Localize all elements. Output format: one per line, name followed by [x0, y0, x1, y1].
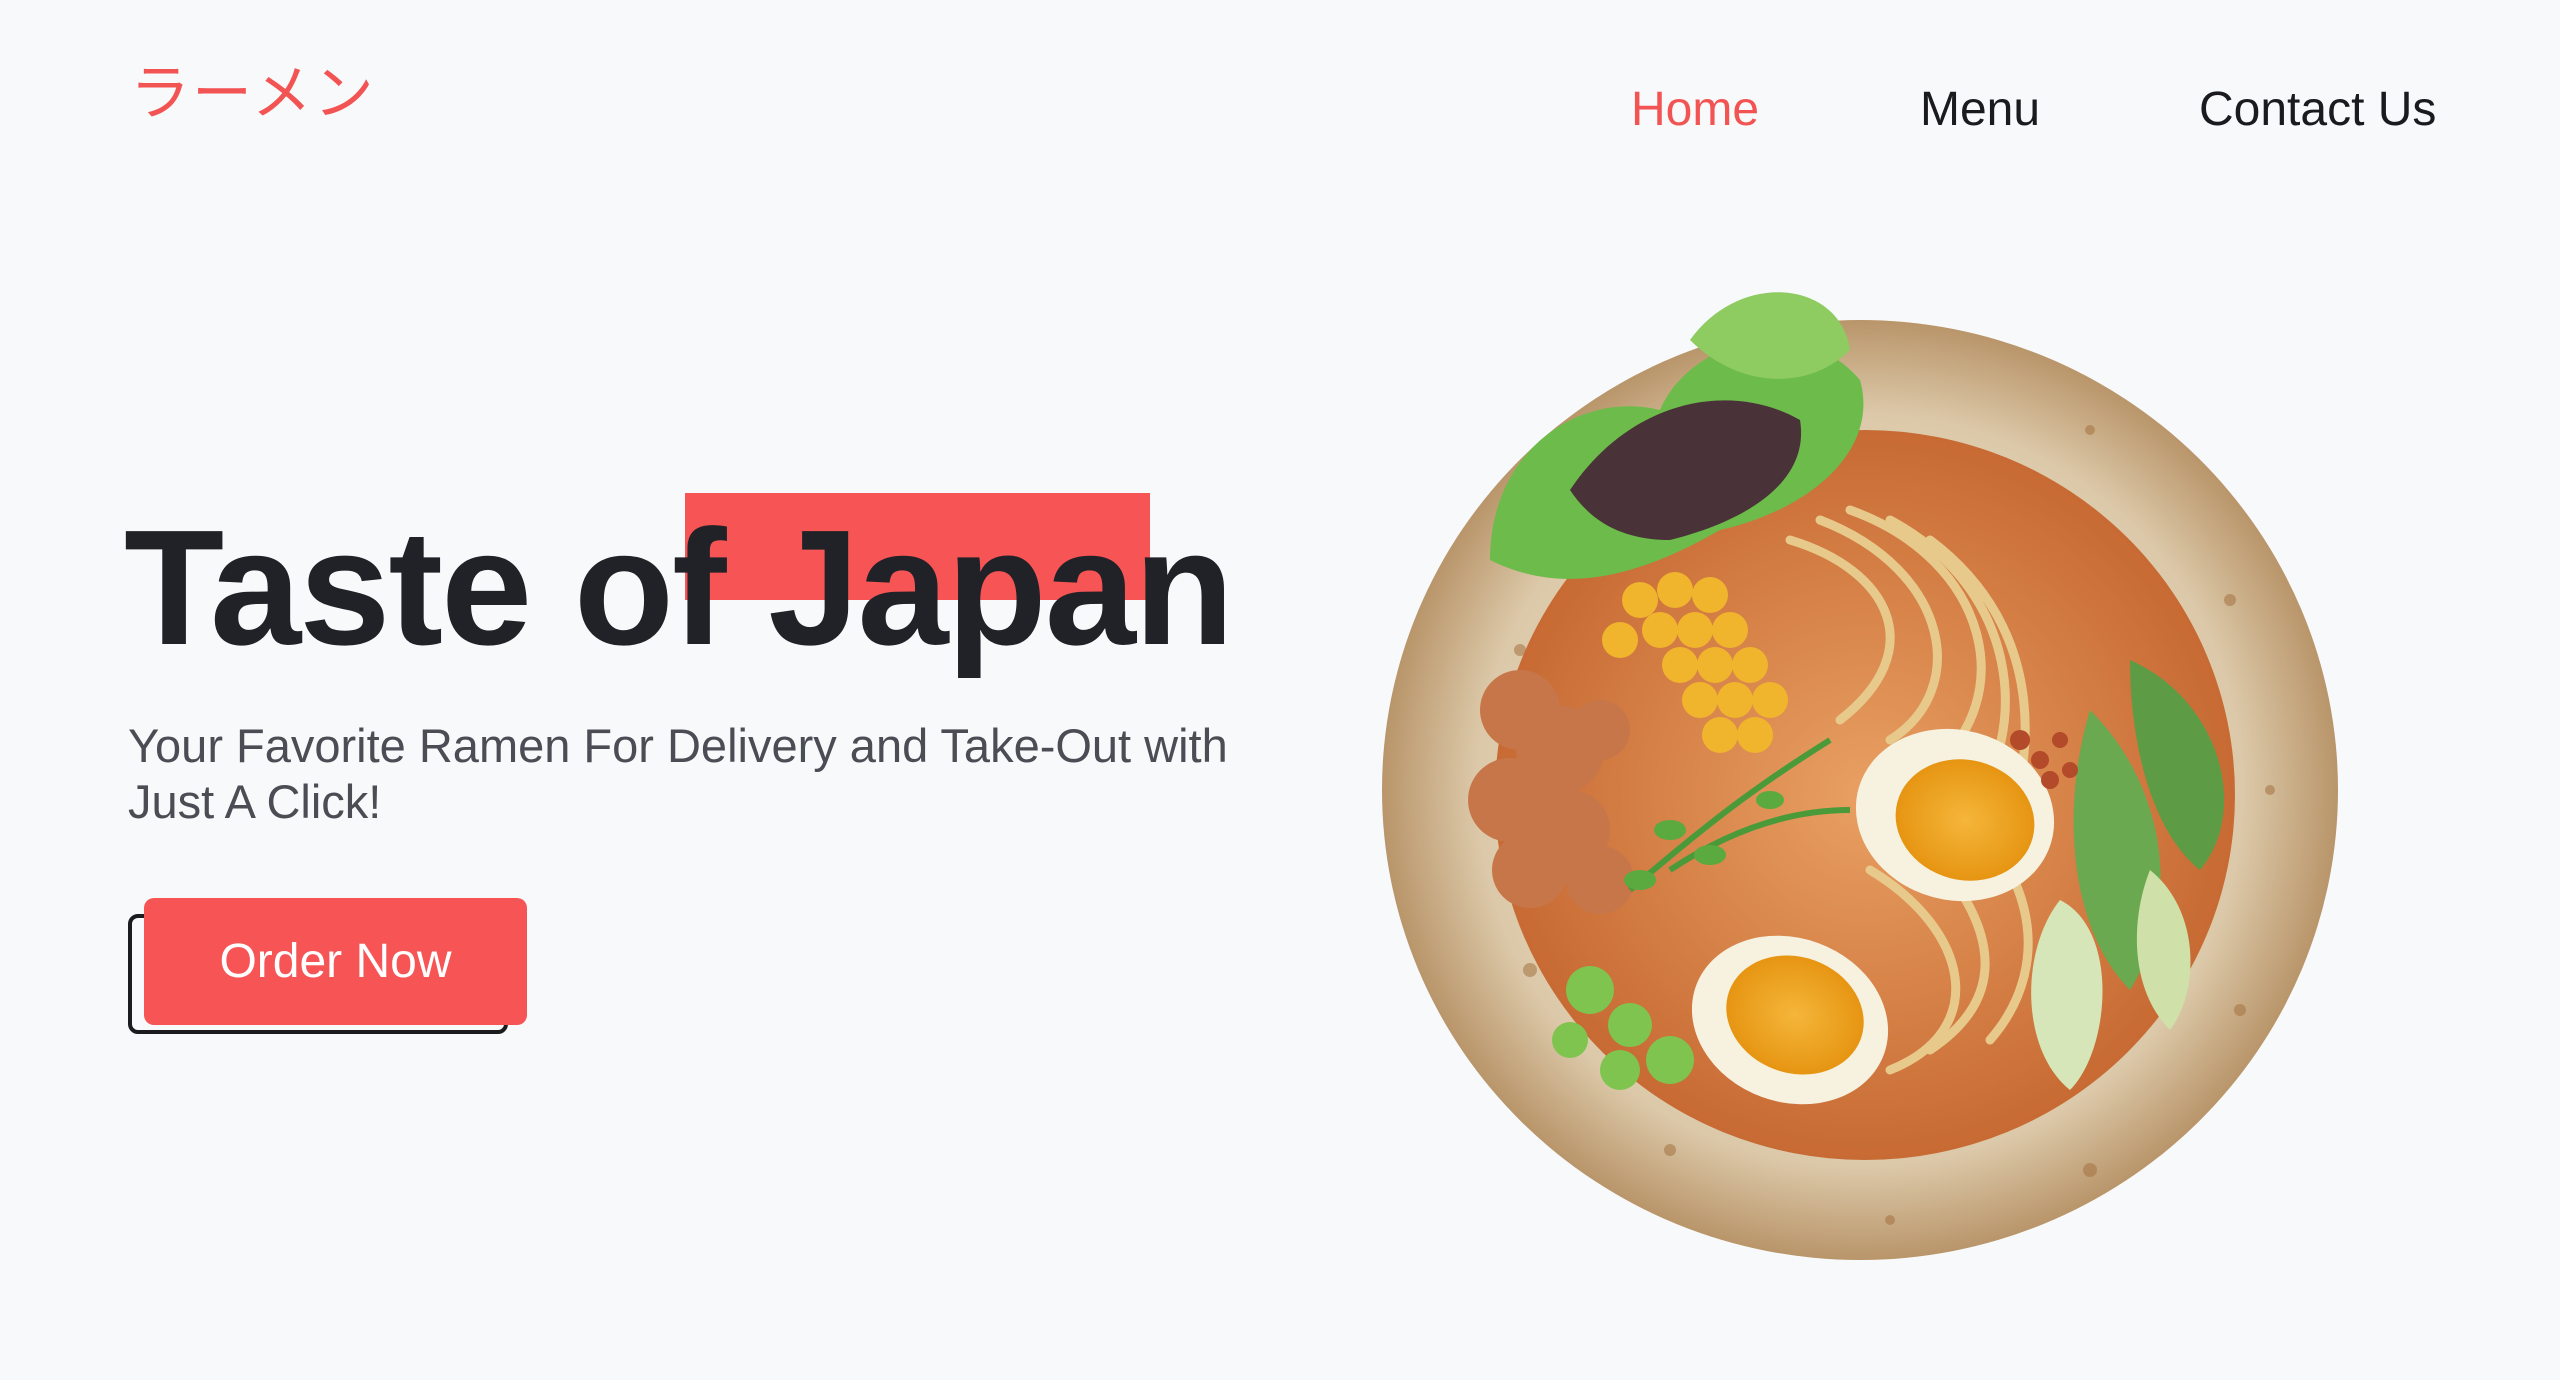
ramen-bowl-image: [1382, 292, 2338, 1260]
landing-page: ラーメン Home Menu Contact Us Taste of Japan…: [0, 0, 2560, 1380]
hero-subtitle: Your Favorite Ramen For Delivery and Tak…: [128, 719, 1228, 828]
nav-link-contact-us[interactable]: Contact Us: [2199, 80, 2436, 140]
nav-link-menu[interactable]: Menu: [1920, 80, 2040, 140]
main-nav: Home Menu Contact Us: [0, 80, 2560, 140]
order-now-button[interactable]: Order Now: [144, 898, 527, 1025]
nav-link-home[interactable]: Home: [1631, 80, 1759, 140]
hero-headline: Taste of Japan: [124, 496, 1234, 679]
order-now-button-group: Order Now: [128, 898, 528, 1040]
